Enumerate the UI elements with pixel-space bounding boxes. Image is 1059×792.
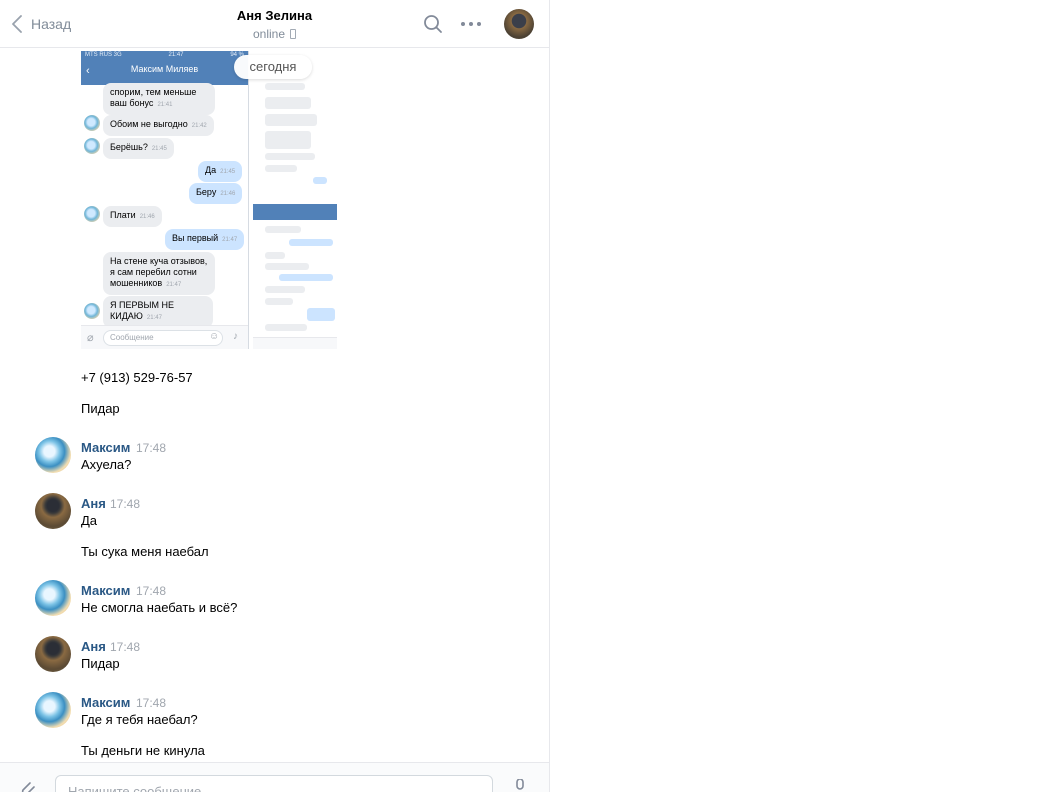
mini-bubble [265,165,297,172]
date-separator: сегодня [234,55,312,79]
screenshot-clock: 21:47 [168,52,184,58]
search-icon [424,15,442,33]
message-text: +7 (913) 529-76-57 [81,370,193,385]
message-input[interactable]: Напишите сообщение... [55,775,493,792]
message-text: Ты сука меня наебал [81,544,209,559]
avatar[interactable] [35,692,71,728]
contact-avatar[interactable] [504,9,534,39]
avatar[interactable] [35,636,71,672]
mini-bubble [265,298,293,305]
avatar[interactable] [35,437,71,473]
status-text: online [252,27,286,41]
more-icon [461,22,481,26]
screenshot-header: MTS RUS 3G 21:47 94 % ‹ Максим Миляев [81,51,248,85]
mobile-icon [290,29,297,39]
avatar[interactable] [35,493,71,529]
more-button[interactable] [459,12,483,36]
message-text: Ахуела? [81,457,132,472]
screenshot-bubble: спорим, тем меньше ваш бонус 21:41 [103,83,215,115]
microphone-icon: ♪ [233,331,238,342]
mini-input-bar [253,337,337,349]
screenshot-bubble: Беру 21:46 [189,183,243,204]
mini-bubble [265,226,301,233]
screenshot-avatar [84,138,100,154]
message-author[interactable]: Аня [81,639,106,654]
mini-screenshot-header [253,204,337,220]
chat-panel: Назад Аня Зелина online сегодня MTS RUS … [0,0,550,792]
chat-header: Назад Аня Зелина online [0,0,549,48]
screenshot-avatar [84,115,100,131]
attached-screenshot[interactable]: MTS RUS 3G 21:47 94 % ‹ Максим Миляев сп… [81,51,249,349]
screenshot-bubble: Да 21:45 [198,161,243,182]
screenshot-avatar [84,206,100,222]
screenshot-contact: Максим Миляев [130,64,199,74]
mini-bubble [265,83,305,90]
message-time[interactable]: 17:48 [110,640,140,654]
message-text: Пидар [81,656,120,671]
message-author[interactable]: Максим [81,440,130,455]
message-text: Где я тебя наебал? [81,712,198,727]
screenshot-bubble: Обоим не выгодно 21:42 [103,115,214,136]
paperclip-icon: ⌀ [87,332,94,344]
avatar[interactable] [35,580,71,616]
mini-bubble [265,252,285,259]
screenshot-bubble: Плати 21:46 [103,206,162,227]
screenshot-carrier: MTS RUS 3G [85,52,122,58]
message-text: Пидар [81,401,120,416]
mini-bubble [313,177,327,184]
message-time[interactable]: 17:48 [136,441,166,455]
screenshot-input: Сообщение [103,330,223,346]
mini-bubble [265,131,311,149]
mini-bubble [265,114,317,126]
mini-bubble [307,308,335,321]
message-author[interactable]: Максим [81,583,130,598]
message-time[interactable]: 17:48 [110,497,140,511]
mini-bubble [265,324,307,331]
smile-icon: ☺ [209,331,220,342]
screenshot-bubble: Вы первый 21:47 [165,229,245,250]
paperclip-icon[interactable] [20,781,38,792]
mini-bubble [289,239,333,246]
search-button[interactable] [421,12,445,36]
message-author[interactable]: Аня [81,496,106,511]
screenshot-bubble: На стене куча отзывов, я сам перебил сот… [103,252,215,295]
message-time[interactable]: 17:48 [136,584,166,598]
attached-screenshot-secondary[interactable] [253,51,337,349]
screenshot-statusbar: MTS RUS 3G 21:47 94 % [81,51,248,61]
message-text: Ты деньги не кинула [81,743,205,758]
mini-bubble [265,97,311,109]
message-text: Не смогла наебать и всё? [81,600,238,615]
message-time[interactable]: 17:48 [136,696,166,710]
screenshot-avatar [84,303,100,319]
message-text: Да [81,513,98,528]
composer: Напишите сообщение... [0,762,549,792]
mini-bubble [265,263,309,270]
mini-bubble [265,286,305,293]
mini-bubble [279,274,333,281]
message-author[interactable]: Максим [81,695,130,710]
screenshot-bubble: Я ПЕРВЫМ НЕ КИДАЮ 21:47 [103,296,213,328]
screenshot-bubble: Берёшь? 21:45 [103,138,174,159]
mini-bubble [265,153,315,160]
microphone-icon[interactable] [513,779,527,792]
screenshot-input-bar: ⌀ Сообщение ☺ ♪ [81,325,248,349]
